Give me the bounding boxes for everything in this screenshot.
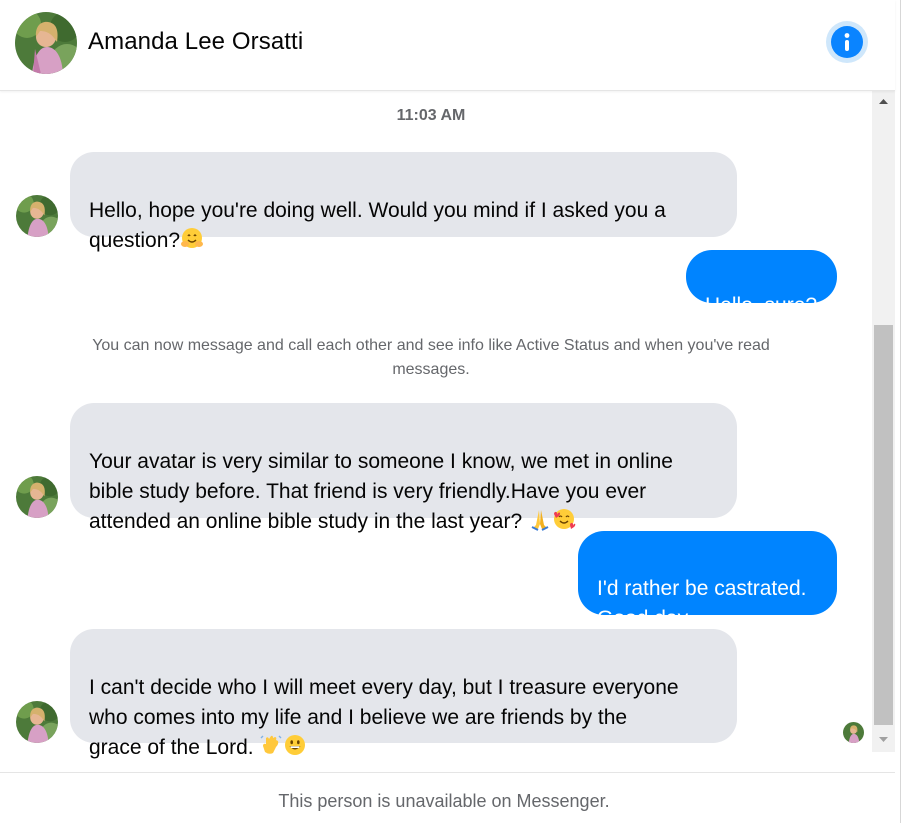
conversation-footer: This person is unavailable on Messenger.	[0, 772, 895, 823]
scroll-down-arrow-icon[interactable]	[872, 731, 895, 748]
scroll-up-arrow-icon[interactable]	[872, 93, 895, 110]
sender-avatar[interactable]	[16, 701, 58, 743]
outgoing-message[interactable]: I'd rather be castrated. Good day.	[578, 531, 837, 630]
hugging-face-emoji	[180, 226, 204, 259]
messenger-window: Amanda Lee Orsatti 11:03 AM Hello, hope …	[0, 0, 901, 823]
smiling-face-with-hearts-emoji	[552, 507, 576, 540]
incoming-message[interactable]: Hello, hope you're doing well. Would you…	[70, 152, 737, 252]
info-icon	[831, 26, 863, 58]
profile-photo-icon	[16, 476, 58, 518]
conversation-info-button[interactable]	[826, 21, 868, 63]
contact-avatar[interactable]	[15, 12, 77, 74]
message-text: I can't decide who I will meet every day…	[89, 676, 679, 759]
profile-photo-icon	[15, 12, 77, 74]
profile-photo-icon	[843, 722, 864, 743]
message-text: I'd rather be castrated. Good day.	[597, 577, 807, 630]
sender-avatar[interactable]	[16, 476, 58, 518]
folded-hands-emoji	[528, 507, 552, 540]
message-thread[interactable]: 11:03 AM Hello, hope you're doing well. …	[0, 91, 872, 772]
message-text: Hello, hope you're doing well. Would you…	[89, 199, 666, 252]
outgoing-message[interactable]: Hello, sure?	[686, 250, 837, 317]
waving-hand-emoji	[259, 733, 283, 766]
scrollbar-thumb[interactable]	[874, 325, 893, 725]
contact-name[interactable]: Amanda Lee Orsatti	[88, 28, 303, 56]
grinning-face-emoji	[283, 733, 307, 766]
incoming-message[interactable]: I can't decide who I will meet every day…	[70, 629, 737, 759]
message-text: Your avatar is very similar to someone I…	[89, 450, 673, 533]
message-text: Hello, sure?	[705, 294, 818, 317]
profile-photo-icon	[16, 195, 58, 237]
unavailable-notice: This person is unavailable on Messenger.	[278, 791, 610, 811]
message-timestamp: 11:03 AM	[396, 107, 466, 124]
connection-notice: You can now message and call each other …	[92, 337, 770, 378]
sender-avatar[interactable]	[16, 195, 58, 237]
conversation-header: Amanda Lee Orsatti	[0, 0, 895, 91]
seen-indicator-avatar	[843, 722, 864, 743]
message-scrollbar[interactable]	[872, 91, 895, 752]
profile-photo-icon	[16, 701, 58, 743]
incoming-message[interactable]: Your avatar is very similar to someone I…	[70, 403, 737, 533]
